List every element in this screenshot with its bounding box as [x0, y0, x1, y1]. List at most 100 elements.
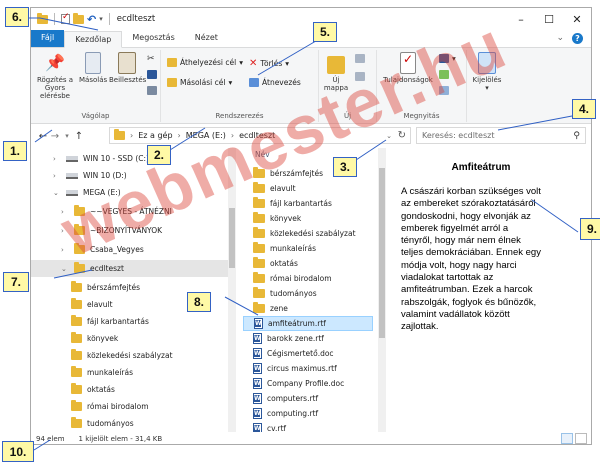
column-header-name[interactable]: Név: [243, 150, 270, 159]
properties-button[interactable]: ✓ Tulajdonságok: [381, 52, 435, 84]
list-item[interactable]: fájl karbantartás: [243, 196, 373, 211]
nav-item-folder[interactable]: római birodalom: [71, 398, 149, 415]
list-item[interactable]: circus maximus.rtf: [243, 361, 373, 376]
properties-icon: ✓: [400, 52, 416, 74]
select-button[interactable]: Kijelölés ▾: [469, 52, 505, 92]
refresh-icon[interactable]: ↻: [398, 130, 406, 141]
scroll-thumb[interactable]: [229, 208, 235, 268]
nav-item-folder[interactable]: › Csaba_Vegyes: [61, 241, 144, 258]
new-folder-icon[interactable]: [73, 12, 84, 24]
list-item[interactable]: elavult: [243, 181, 373, 196]
rename-button[interactable]: Átnevezés: [249, 78, 301, 87]
paste-button[interactable]: Beillesztés: [109, 52, 146, 84]
easy-access-button[interactable]: [355, 72, 365, 81]
list-item[interactable]: computers.rtf: [243, 391, 373, 406]
nav-item-folder[interactable]: könyvek: [71, 330, 118, 347]
list-item[interactable]: zene: [243, 301, 373, 316]
list-item[interactable]: cv.rtf: [243, 421, 373, 432]
list-item[interactable]: computing.rtf: [243, 406, 373, 421]
cut-button[interactable]: ✂: [147, 54, 155, 64]
pin-quick-access-button[interactable]: 📌 Rögzítés a Gyors elérésbe: [33, 52, 77, 100]
list-item[interactable]: Cégismertető.doc: [243, 346, 373, 361]
tab-home[interactable]: Kezdőlap: [64, 31, 123, 48]
large-icons-view-button[interactable]: [575, 433, 587, 444]
properties-label: Tulajdonságok: [383, 76, 433, 84]
folder-icon: [253, 212, 265, 223]
breadcrumb-this-pc[interactable]: Ez a gép: [138, 131, 172, 140]
move-to-button[interactable]: Áthelyezési cél ▾: [167, 58, 243, 67]
properties-icon[interactable]: [61, 12, 70, 24]
folder-icon: [114, 129, 125, 140]
copy-path-button[interactable]: [147, 70, 157, 79]
back-button[interactable]: ←: [37, 131, 49, 142]
nav-item-drive-c[interactable]: › WIN 10 - SSD (C:): [53, 150, 149, 167]
breadcrumb-folder[interactable]: ecdlteszt: [239, 131, 275, 140]
scroll-thumb[interactable]: [379, 168, 385, 338]
move-to-label: Áthelyezési cél: [180, 58, 237, 67]
history-button[interactable]: [439, 86, 449, 95]
expand-icon[interactable]: ›: [61, 246, 69, 254]
address-dropdown-icon[interactable]: ⌄: [386, 132, 392, 140]
nav-item-drive-d[interactable]: › WIN 10 (D:): [53, 167, 127, 184]
collapse-icon[interactable]: ⌄: [61, 265, 69, 273]
paste-shortcut-button[interactable]: [147, 86, 157, 95]
nav-item-drive-e[interactable]: ⌄ MEGA (E:): [53, 184, 121, 201]
list-item[interactable]: oktatás: [243, 256, 373, 271]
undo-icon[interactable]: ↶: [87, 13, 96, 26]
expand-ribbon-icon[interactable]: ⌄: [556, 33, 564, 44]
list-item[interactable]: római birodalom: [243, 271, 373, 286]
list-item[interactable]: könyvek: [243, 211, 373, 226]
minimize-button[interactable]: –: [507, 8, 535, 30]
list-item-label: elavult: [270, 184, 296, 193]
expand-icon[interactable]: ›: [61, 208, 69, 216]
expand-icon[interactable]: ›: [61, 227, 69, 235]
list-item-selected[interactable]: amfiteátrum.rtf: [243, 316, 373, 331]
list-item[interactable]: barokk zene.rtf: [243, 331, 373, 346]
help-icon[interactable]: ?: [572, 33, 583, 44]
forward-button[interactable]: →: [49, 131, 61, 142]
search-box[interactable]: Keresés: ecdlteszt ⚲: [416, 127, 586, 144]
nav-item-folder[interactable]: tudományos: [71, 415, 134, 432]
collapse-icon[interactable]: ⌄: [53, 189, 61, 197]
nav-scrollbar[interactable]: [228, 148, 236, 432]
nav-item-folder[interactable]: közlekedési szabályzat: [71, 347, 173, 364]
organize-group-label: Rendszerezés: [215, 112, 264, 120]
file-list-scrollbar[interactable]: [378, 148, 386, 432]
details-view-button[interactable]: [561, 433, 573, 444]
list-item-label: Company Profile.doc: [267, 379, 345, 388]
customize-toolbar-icon[interactable]: ▾: [99, 15, 103, 23]
new-folder-button[interactable]: Új mappa: [321, 52, 351, 92]
nav-item-folder[interactable]: munkaleírás: [71, 364, 133, 381]
open-button[interactable]: ▾: [439, 54, 456, 63]
expand-icon[interactable]: ›: [53, 155, 61, 163]
expand-icon[interactable]: ›: [53, 172, 61, 180]
new-item-button[interactable]: [355, 54, 365, 63]
copy-button[interactable]: Másolás: [79, 52, 107, 84]
nav-item-folder[interactable]: elavult: [71, 296, 113, 313]
up-button[interactable]: ↑: [73, 131, 85, 142]
group-organize: Áthelyezési cél ▾ Másolási cél ▾ ✕ Törlé…: [161, 50, 319, 122]
nav-item-folder[interactable]: oktatás: [71, 381, 115, 398]
tab-file[interactable]: Fájl: [31, 30, 65, 47]
list-item[interactable]: tudományos: [243, 286, 373, 301]
copy-to-button[interactable]: Másolási cél ▾: [167, 78, 232, 87]
list-item[interactable]: közlekedési szabályzat: [243, 226, 373, 241]
nav-item-folder[interactable]: bérszámfejtés: [71, 279, 140, 296]
callout-7: 7.: [3, 272, 29, 292]
list-item[interactable]: Company Profile.doc: [243, 376, 373, 391]
nav-item-folder[interactable]: › ~BIZONYÍTVÁNYOK: [61, 222, 162, 239]
copy-to-label: Másolási cél: [180, 78, 226, 87]
address-bar[interactable]: › Ez a gép › MEGA (E:) › ecdlteszt ⌄ ↻: [109, 127, 411, 144]
list-item[interactable]: munkaleírás: [243, 241, 373, 256]
maximize-button[interactable]: ☐: [535, 8, 563, 30]
nav-item-folder[interactable]: › ~~VEGYES - ÁTNÉZNI: [61, 203, 172, 220]
nav-item-folder[interactable]: fájl karbantartás: [71, 313, 149, 330]
tab-share[interactable]: Megosztás: [122, 30, 184, 47]
tab-view[interactable]: Nézet: [185, 30, 228, 47]
close-button[interactable]: ✕: [563, 8, 591, 30]
delete-button[interactable]: ✕ Törlés ▾: [249, 58, 289, 69]
edit-button[interactable]: [439, 70, 449, 79]
nav-item-ecdlteszt[interactable]: ⌄ ecdlteszt: [31, 260, 236, 277]
breadcrumb-drive[interactable]: MEGA (E:): [186, 131, 226, 140]
recent-locations-button[interactable]: ▾: [61, 132, 73, 140]
